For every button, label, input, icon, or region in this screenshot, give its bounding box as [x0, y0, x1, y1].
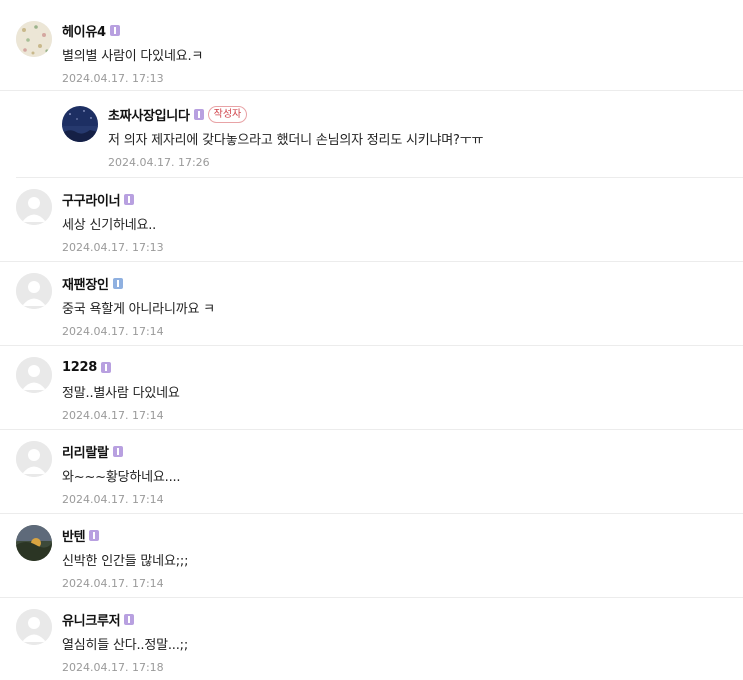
nickname[interactable]: 리리랄랄 [62, 442, 109, 461]
comment-text: 신박한 인간들 많네요;;; [62, 554, 189, 569]
comment-item: 구구라이너 세상 신기하네요.. 2024.04.17. 17:13 [0, 178, 743, 262]
comment-item: 재팬장인 중국 욕할게 아니라니까요 ㅋ 2024.04.17. 17:14 [0, 262, 743, 346]
level-1-icon [100, 361, 111, 373]
comment-text: 중국 욕할게 아니라니까요 ㅋ [62, 302, 215, 317]
comment-date: 2024.04.17. 17:14 [62, 325, 164, 338]
reply-item: 초짜사장입니다 작성자 저 의자 제자리에 갖다놓으라고 했더니 손님의자 정리… [16, 91, 743, 178]
level-1-icon [124, 613, 135, 625]
level-1-icon [124, 193, 135, 205]
nickname[interactable]: 헤이유4 [62, 21, 106, 40]
comment-text: 저 의자 제자리에 갖다놓으라고 했더니 손님의자 정리도 시키냐며?ㅜㅠ [108, 133, 484, 148]
comment-date: 2024.04.17. 17:14 [62, 409, 164, 422]
default-avatar[interactable] [16, 189, 52, 225]
comment-item: 리리랄랄 와~~~황당하네요.... 2024.04.17. 17:14 [0, 430, 743, 514]
comment-text: 정말..별사람 다있네요 [62, 386, 180, 401]
default-avatar[interactable] [16, 609, 52, 645]
night-sky-avatar[interactable] [62, 106, 98, 142]
comment-item: 헤이유4 별의별 사람이 다있네요.ㅋ 2024.04.17. 17:13 [0, 0, 743, 91]
nickname[interactable]: 재팬장인 [62, 274, 109, 293]
comment-date: 2024.04.17. 17:26 [108, 156, 210, 169]
level-1-icon [109, 24, 120, 36]
author-badge: 작성자 [207, 105, 248, 123]
nickname[interactable]: 구구라이너 [62, 190, 121, 209]
comment-list: 헤이유4 별의별 사람이 다있네요.ㅋ 2024.04.17. 17:13 초짜… [0, 0, 743, 680]
comment-date: 2024.04.17. 17:18 [62, 661, 164, 674]
default-avatar[interactable] [16, 357, 52, 393]
nickname[interactable]: 유니크루저 [62, 610, 121, 629]
comment-date: 2024.04.17. 17:14 [62, 493, 164, 506]
comment-item: 반텐 신박한 인간들 많네요;;; 2024.04.17. 17:14 [0, 514, 743, 598]
level-1-icon [112, 445, 123, 457]
comment-date: 2024.04.17. 17:13 [62, 241, 164, 254]
comment-text: 와~~~황당하네요.... [62, 470, 181, 485]
level-1-icon [193, 108, 204, 120]
comment-date: 2024.04.17. 17:13 [62, 72, 164, 85]
floral-pattern-avatar[interactable] [16, 21, 52, 57]
level-1-icon [89, 529, 100, 541]
level-2-icon [112, 277, 123, 289]
nickname[interactable]: 1228 [62, 360, 97, 375]
comment-text: 세상 신기하네요.. [62, 218, 157, 233]
nickname[interactable]: 초짜사장입니다 [108, 105, 190, 124]
default-avatar[interactable] [16, 441, 52, 477]
comment-text: 열심히들 산다..정말...;; [62, 638, 189, 653]
nickname[interactable]: 반텐 [62, 526, 86, 545]
comment-date: 2024.04.17. 17:14 [62, 577, 164, 590]
default-avatar[interactable] [16, 273, 52, 309]
comment-item: 유니크루저 열심히들 산다..정말...;; 2024.04.17. 17:18 [0, 598, 743, 680]
comment-text: 별의별 사람이 다있네요.ㅋ [62, 49, 204, 64]
comment-item: 1228 정말..별사람 다있네요 2024.04.17. 17:14 [0, 346, 743, 430]
sunset-avatar[interactable] [16, 525, 52, 561]
